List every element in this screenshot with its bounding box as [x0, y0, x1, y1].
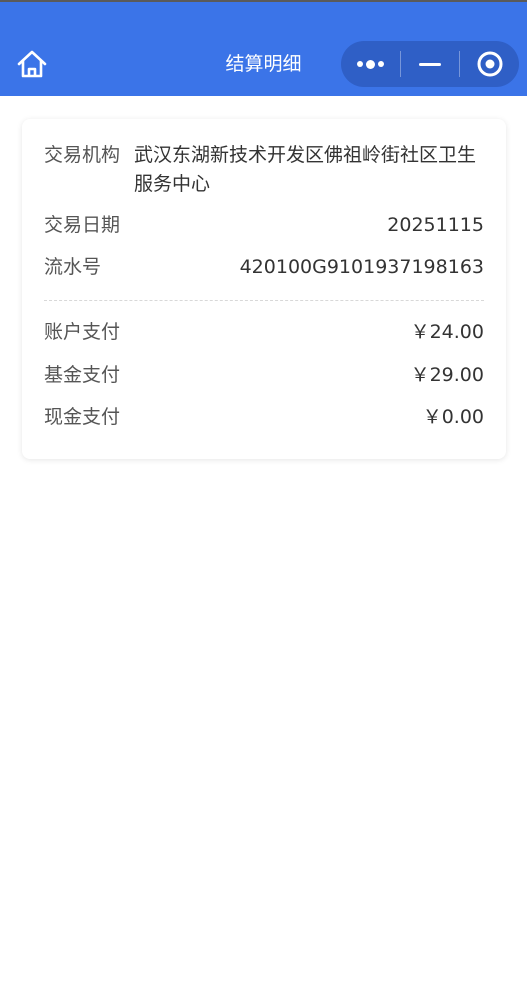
- account-pay-label: 账户支付: [44, 321, 121, 343]
- account-pay-row: 账户支付 ￥24.00: [44, 318, 484, 347]
- more-dots-icon: [356, 59, 384, 69]
- date-row: 交易日期 20251115: [44, 211, 484, 240]
- serial-row: 流水号 420100G9101937198163: [44, 253, 484, 282]
- fund-pay-row: 基金支付 ￥29.00: [44, 361, 484, 390]
- cash-pay-label: 现金支付: [44, 406, 121, 428]
- capsule-menu: [341, 41, 519, 87]
- minimize-button[interactable]: [401, 41, 460, 87]
- serial-label: 流水号: [44, 256, 102, 278]
- fund-pay-label: 基金支付: [44, 364, 121, 386]
- cash-pay-row: 现金支付 ￥0.00: [44, 403, 484, 432]
- date-value: 20251115: [387, 214, 484, 236]
- institution-row: 交易机构 武汉东湖新技术开发区佛祖岭街社区卫生服务中心: [44, 141, 484, 199]
- cash-pay-value: ￥0.00: [422, 406, 484, 428]
- close-button[interactable]: [460, 41, 519, 87]
- account-pay-value: ￥24.00: [410, 321, 484, 343]
- date-label: 交易日期: [44, 214, 121, 236]
- minimize-icon: [419, 62, 441, 66]
- navigation-bar: 结算明细: [0, 0, 527, 96]
- institution-value: 武汉东湖新技术开发区佛祖岭街社区卫生服务中心: [134, 144, 477, 195]
- target-close-icon: [477, 51, 503, 77]
- fund-pay-value: ￥29.00: [410, 364, 484, 386]
- institution-label: 交易机构: [44, 144, 121, 166]
- serial-value: 420100G9101937198163: [239, 256, 484, 278]
- settlement-detail-card: 交易机构 武汉东湖新技术开发区佛祖岭街社区卫生服务中心 交易日期 2025111…: [22, 119, 506, 459]
- section-divider: [44, 300, 484, 301]
- more-button[interactable]: [341, 41, 400, 87]
